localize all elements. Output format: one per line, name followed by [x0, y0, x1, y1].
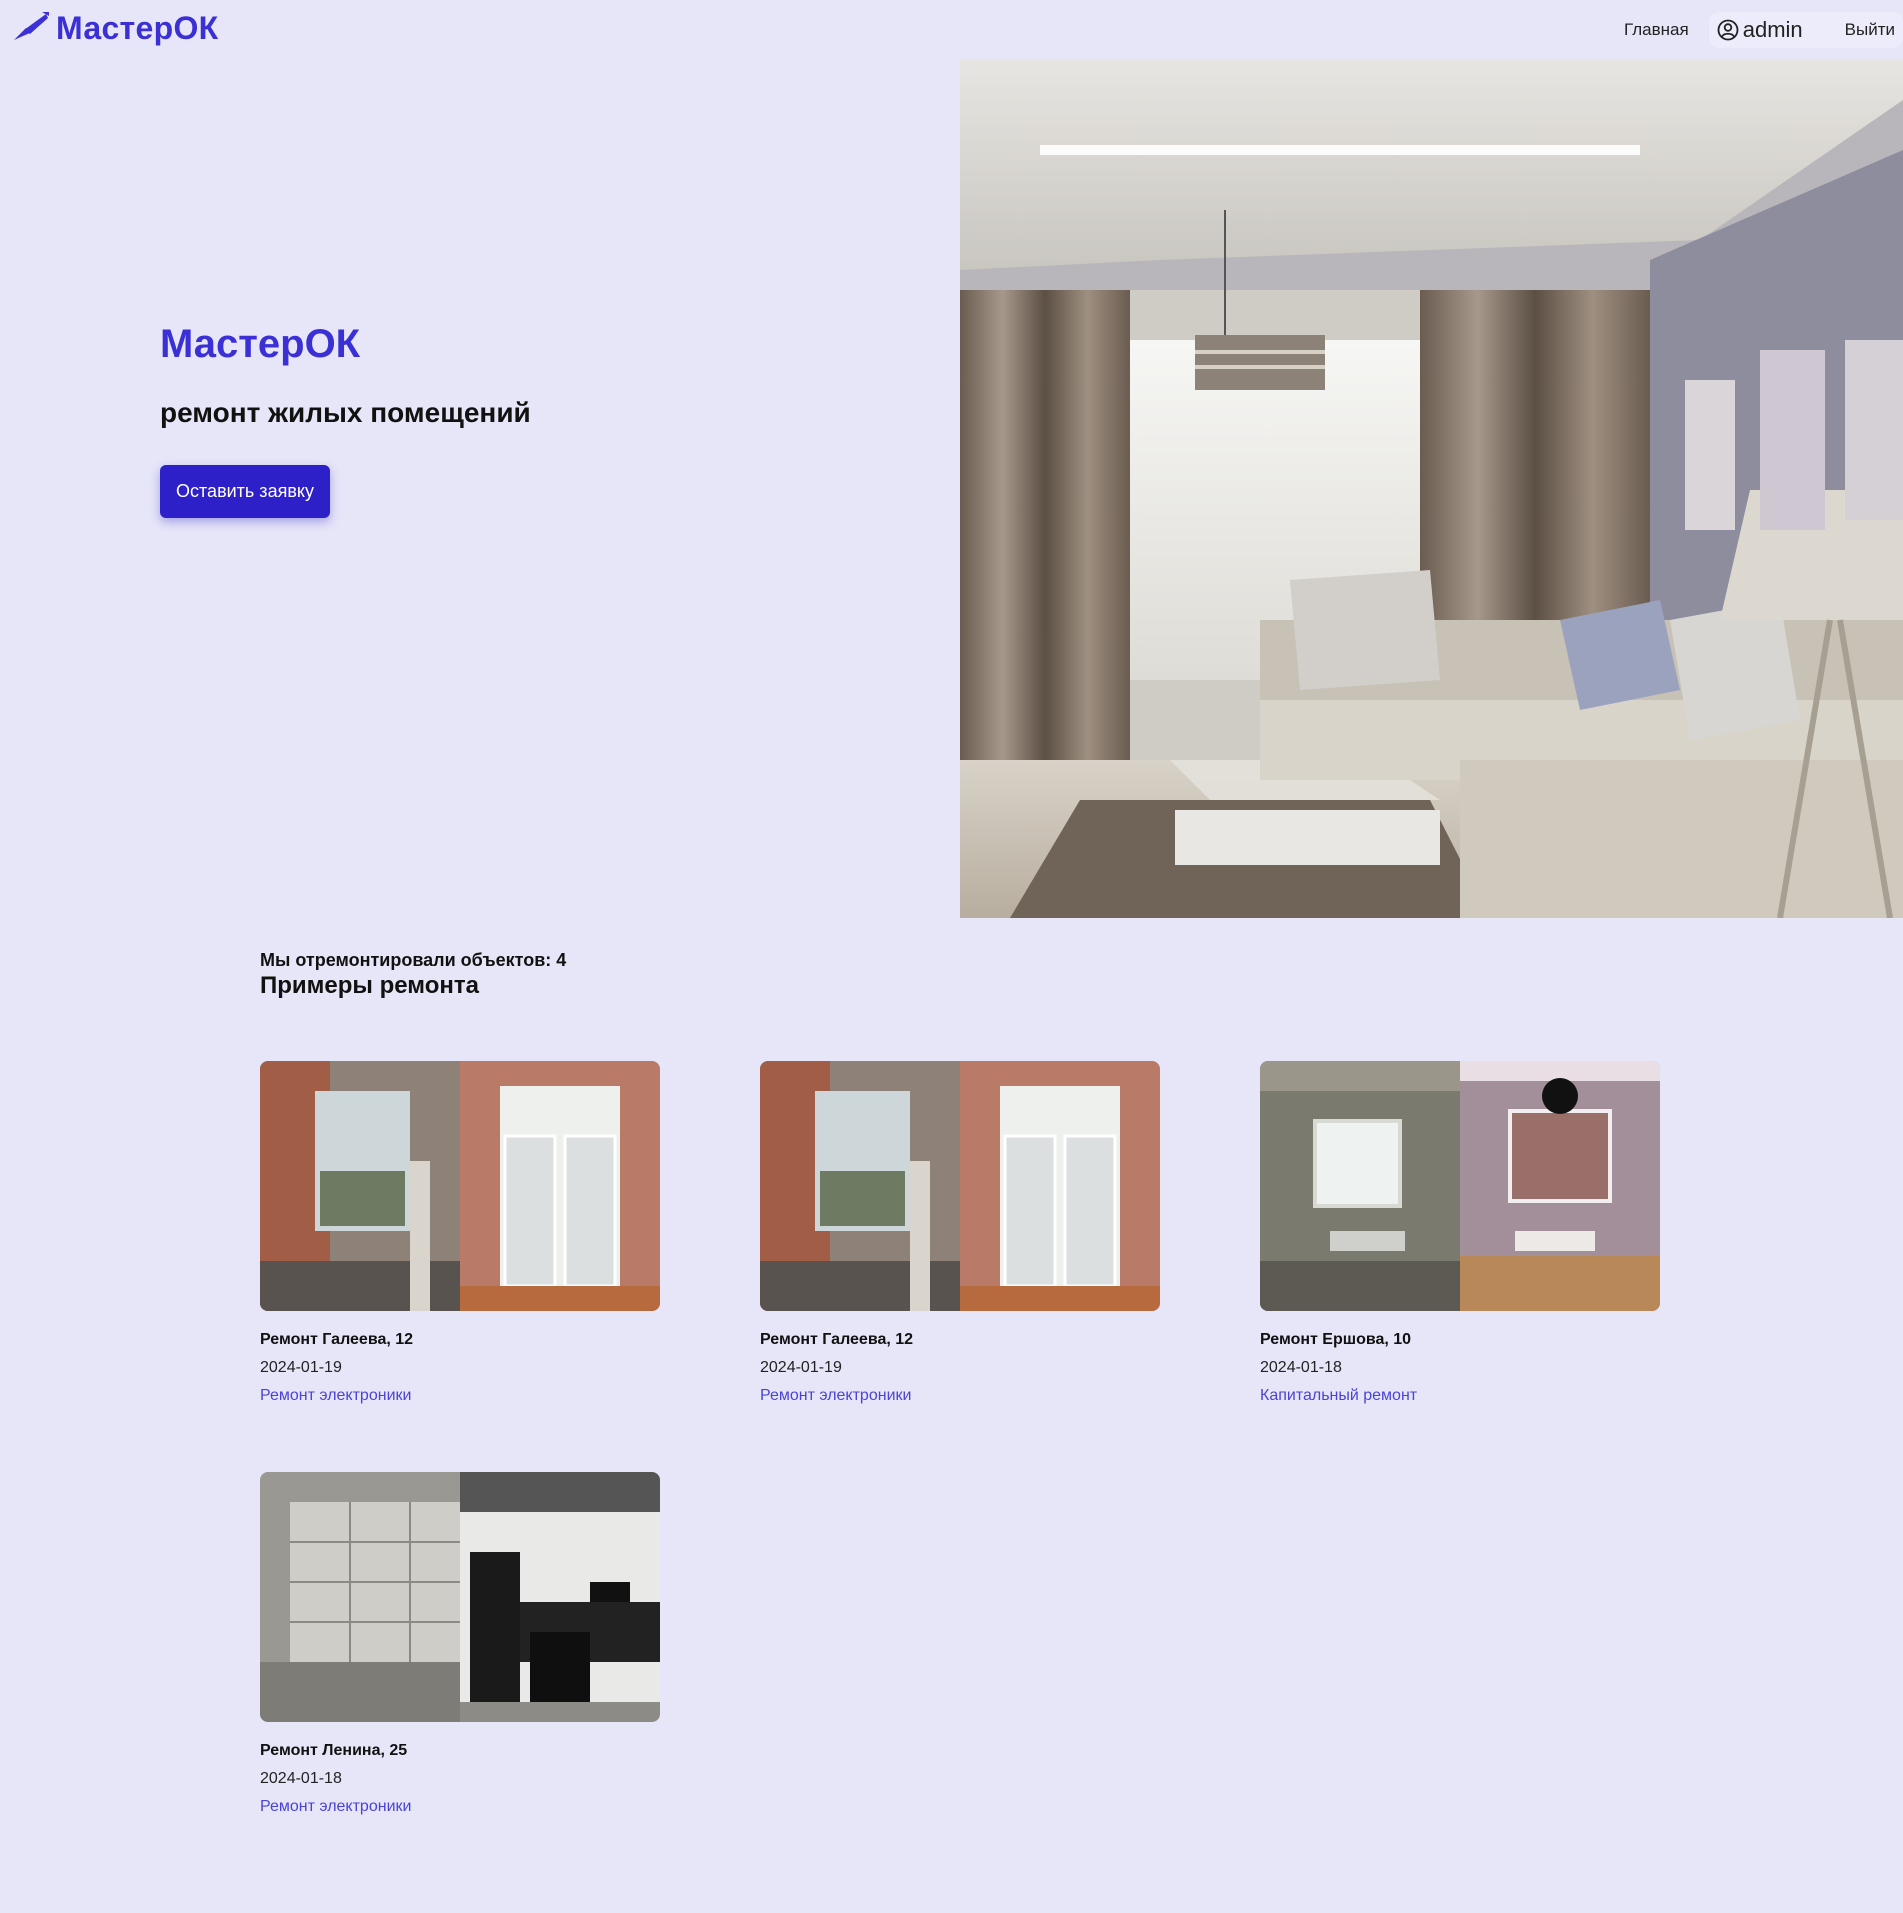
card-category-link[interactable]: Ремонт электроники — [260, 1387, 660, 1405]
portfolio-card[interactable]: Ремонт Ершова, 10 2024-01-18 Капитальный… — [1260, 1061, 1660, 1405]
portfolio-card[interactable]: Ремонт Ленина, 25 2024-01-18 Ремонт элек… — [260, 1472, 660, 1816]
hero-image — [960, 60, 1903, 918]
before-after-image[interactable] — [260, 1061, 660, 1311]
hero-title: МастерОК — [160, 322, 361, 366]
card-category-link[interactable]: Ремонт электроники — [260, 1798, 660, 1816]
card-title: Ремонт Галеева, 12 — [260, 1331, 414, 1348]
before-after-image[interactable] — [260, 1472, 660, 1722]
portfolio-card[interactable]: Ремонт Галеева, 12 2024-01-19 Ремонт эле… — [760, 1061, 1160, 1405]
nav-home-link[interactable]: Главная — [1624, 20, 1689, 40]
site-header: МастерОК Главная admin Выйти — [0, 0, 1903, 60]
hero-subtitle: ремонт жилых помещений — [160, 397, 531, 428]
card-category-link[interactable]: Ремонт электроники — [760, 1387, 1160, 1405]
user-circle-icon — [1717, 19, 1739, 41]
request-button[interactable]: Оставить заявку — [160, 465, 330, 518]
card-date: 2024-01-19 — [760, 1359, 842, 1376]
hero-text: МастерОК ремонт жилых помещений — [160, 322, 531, 429]
section-title: Примеры ремонта — [260, 972, 479, 999]
card-category-link[interactable]: Капитальный ремонт — [1260, 1387, 1660, 1405]
user-menu[interactable]: admin — [1708, 12, 1815, 48]
card-title: Ремонт Ершова, 10 — [1260, 1331, 1412, 1348]
repaired-count: Мы отремонтировали объектов: 4 — [260, 950, 567, 970]
before-after-image[interactable] — [1260, 1061, 1660, 1311]
card-title: Ремонт Ленина, 25 — [260, 1742, 408, 1759]
card-date: 2024-01-19 — [260, 1359, 342, 1376]
top-nav: Главная admin Выйти — [1624, 12, 1903, 48]
before-after-image[interactable] — [760, 1061, 1160, 1311]
portfolio-card[interactable]: Ремонт Галеева, 12 2024-01-19 Ремонт эле… — [260, 1061, 660, 1405]
brand-name: МастерОК — [56, 10, 219, 46]
brand-logo[interactable]: МастерОК — [12, 10, 218, 47]
trowel-icon — [12, 10, 50, 47]
user-name: admin — [1742, 17, 1803, 42]
card-date: 2024-01-18 — [1260, 1359, 1342, 1376]
card-title: Ремонт Галеева, 12 — [760, 1331, 914, 1348]
logout-button[interactable]: Выйти — [1814, 12, 1903, 48]
card-date: 2024-01-18 — [260, 1770, 342, 1787]
